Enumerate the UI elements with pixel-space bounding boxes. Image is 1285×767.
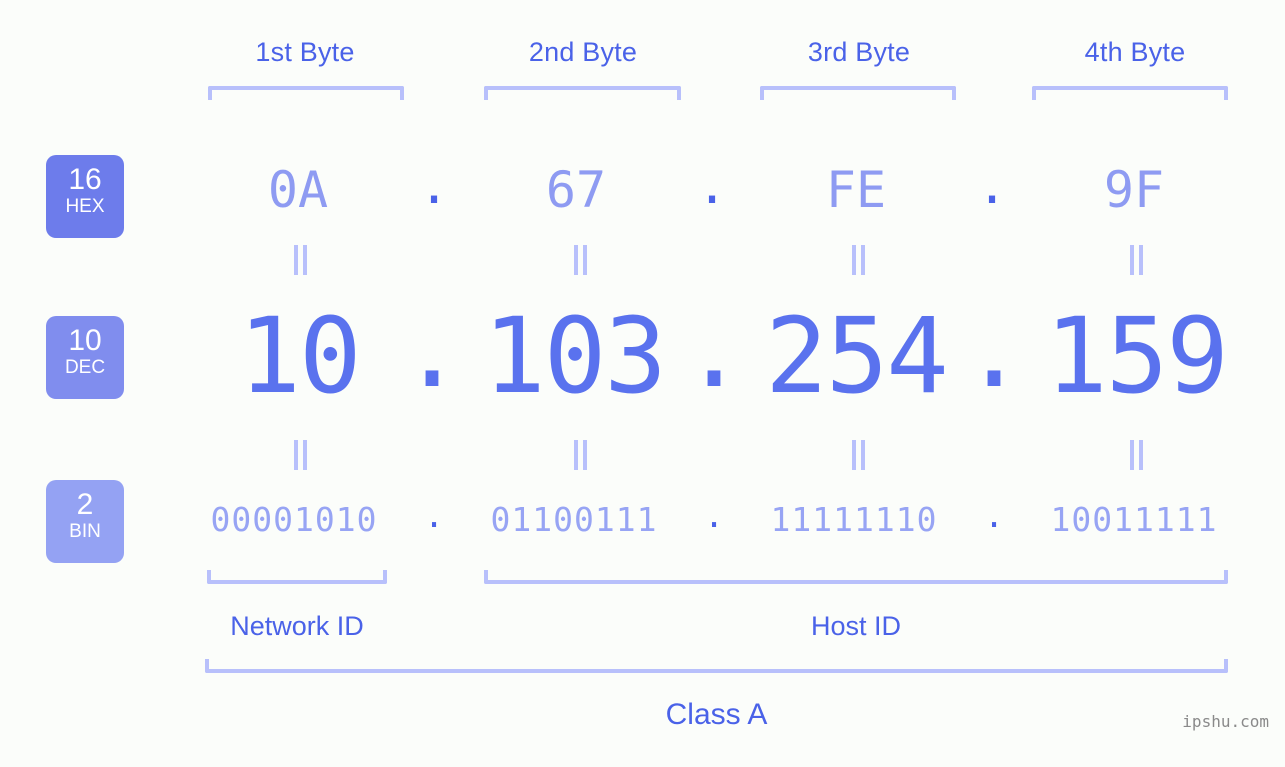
hex-value-4: 9F bbox=[1103, 161, 1165, 219]
network-id-bracket bbox=[207, 570, 387, 584]
dec-separator-3: . bbox=[962, 289, 1026, 411]
equality-mark-hex-dec-2 bbox=[567, 245, 593, 275]
host-id-bracket bbox=[484, 570, 1228, 584]
byte-header-2: 2nd Byte bbox=[528, 37, 638, 67]
bin-value-3: 11111110 bbox=[770, 500, 938, 539]
byte-bracket-3 bbox=[760, 86, 956, 100]
class-label: Class A bbox=[665, 698, 768, 731]
bin-separator-1: . bbox=[424, 496, 444, 535]
dec-separator-1: . bbox=[400, 289, 464, 411]
hex-value-2: 67 bbox=[545, 161, 607, 219]
radix-badge-dec: 10 DEC bbox=[46, 316, 124, 399]
equality-mark-hex-dec-3 bbox=[845, 245, 871, 275]
host-id-label: Host ID bbox=[810, 611, 902, 641]
equality-mark-hex-dec-4 bbox=[1123, 245, 1149, 275]
network-id-label: Network ID bbox=[230, 611, 364, 641]
radix-badge-hex: 16 HEX bbox=[46, 155, 124, 238]
dec-value-1: 10 bbox=[238, 295, 361, 417]
bin-value-2: 01100111 bbox=[490, 500, 658, 539]
ip-address-breakdown-diagram: 1st Byte 2nd Byte 3rd Byte 4th Byte 16 H… bbox=[0, 0, 1285, 767]
radix-badge-bin-number: 2 bbox=[76, 488, 94, 521]
radix-badge-dec-number: 10 bbox=[68, 324, 102, 357]
hex-value-1: 0A bbox=[267, 161, 329, 219]
byte-header-1: 1st Byte bbox=[255, 37, 355, 67]
class-bracket bbox=[205, 659, 1228, 673]
dec-value-3: 254 bbox=[765, 295, 949, 417]
dec-value-2: 103 bbox=[483, 295, 667, 417]
dec-value-4: 159 bbox=[1045, 295, 1229, 417]
bin-separator-2: . bbox=[704, 496, 724, 535]
equality-mark-hex-dec-1 bbox=[287, 245, 313, 275]
hex-separator-2: . bbox=[696, 157, 728, 215]
dec-separator-2: . bbox=[682, 289, 746, 411]
equality-mark-dec-bin-4 bbox=[1123, 440, 1149, 470]
byte-bracket-1 bbox=[208, 86, 404, 100]
byte-bracket-2 bbox=[484, 86, 681, 100]
radix-badge-bin: 2 BIN bbox=[46, 480, 124, 563]
radix-badge-dec-label: DEC bbox=[64, 357, 106, 378]
radix-badge-bin-label: BIN bbox=[69, 521, 101, 542]
bin-separator-3: . bbox=[984, 496, 1004, 535]
equality-mark-dec-bin-3 bbox=[845, 440, 871, 470]
hex-separator-1: . bbox=[418, 157, 450, 215]
byte-header-4: 4th Byte bbox=[1084, 37, 1186, 67]
byte-header-3: 3rd Byte bbox=[807, 37, 911, 67]
radix-badge-hex-number: 16 bbox=[68, 163, 102, 196]
radix-badge-hex-label: HEX bbox=[65, 196, 105, 217]
hex-separator-3: . bbox=[976, 157, 1008, 215]
hex-value-3: FE bbox=[825, 161, 887, 219]
equality-mark-dec-bin-1 bbox=[287, 440, 313, 470]
bin-value-1: 00001010 bbox=[210, 500, 378, 539]
site-watermark: ipshu.com bbox=[1182, 712, 1269, 731]
bin-value-4: 10011111 bbox=[1050, 500, 1218, 539]
equality-mark-dec-bin-2 bbox=[567, 440, 593, 470]
byte-bracket-4 bbox=[1032, 86, 1228, 100]
